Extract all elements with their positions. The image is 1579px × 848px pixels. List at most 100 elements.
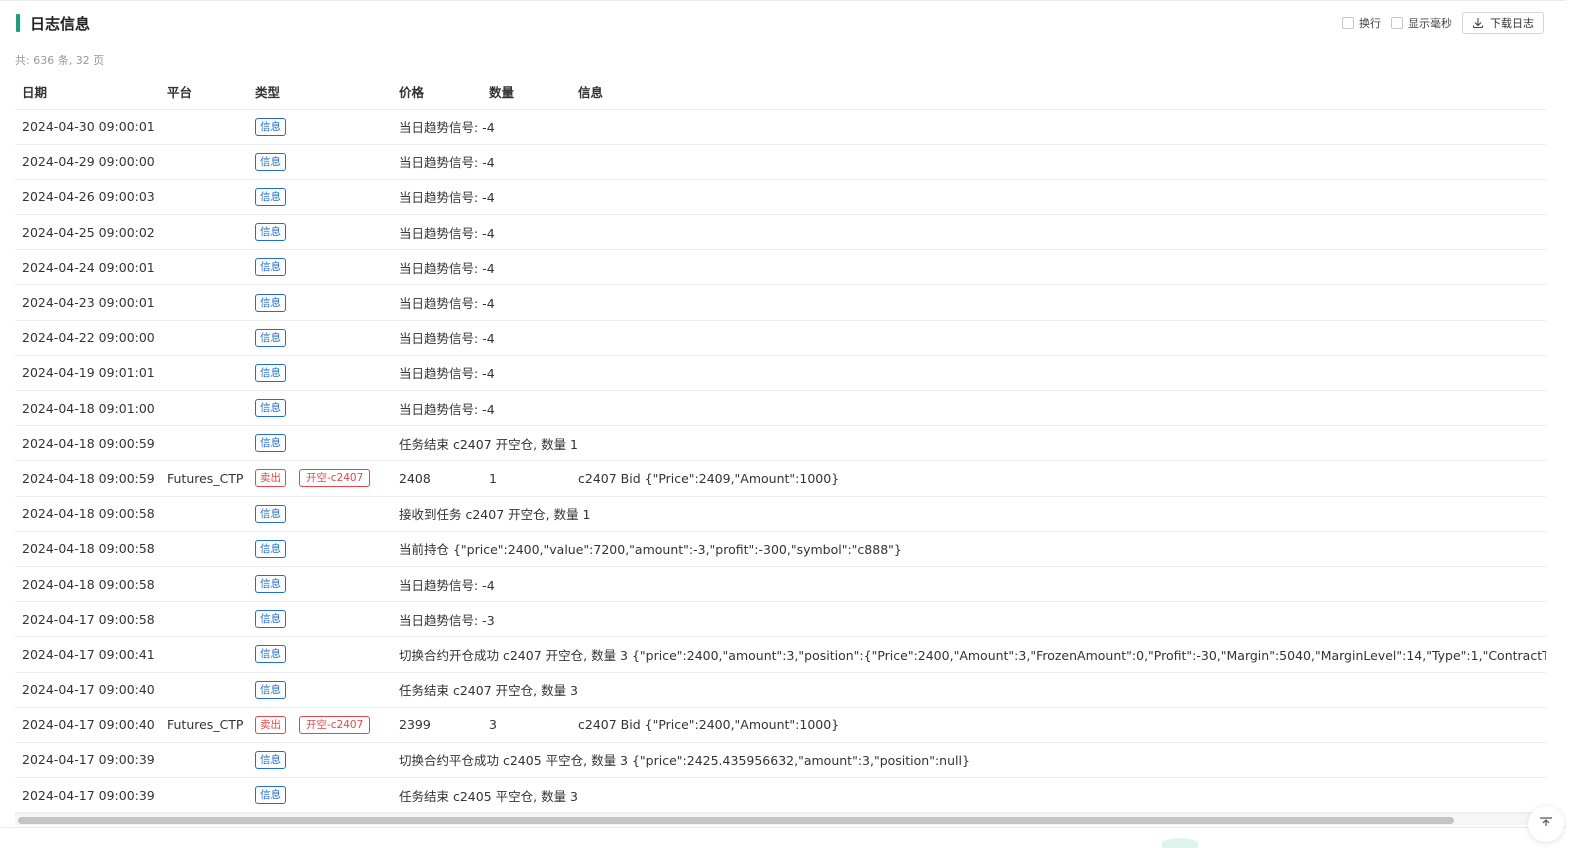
table-row: 2024-04-18 09:00:58 信息 当日趋势信号: -4	[15, 566, 1546, 603]
row-info: 当日趋势信号: -4	[392, 390, 1546, 427]
info-badge: 信息	[255, 645, 286, 664]
row-type: 信息	[248, 496, 392, 532]
row-type: 信息	[248, 672, 392, 708]
row-type: 信息	[248, 320, 392, 356]
row-platform	[160, 214, 248, 251]
row-info: 当日趋势信号: -4	[392, 566, 1546, 603]
wrap-checkbox-box[interactable]	[1342, 17, 1354, 29]
row-platform	[160, 672, 248, 708]
column-header-type: 类型	[248, 75, 392, 110]
row-info: 当日趋势信号: -4	[392, 320, 1546, 356]
row-date: 2024-04-29 09:00:00	[15, 144, 160, 180]
row-info: 当日趋势信号: -4	[392, 249, 1546, 286]
table-row: 2024-04-18 09:00:59 信息 任务结束 c2407 开空仓, 数量 …	[15, 425, 1546, 462]
table-row: 2024-04-18 09:00:59 Futures_CTP 卖出 开空-c2407…	[15, 460, 1546, 497]
row-info: 当日趋势信号: -4	[392, 284, 1546, 321]
row-platform	[160, 777, 248, 813]
table-row: 2024-04-17 09:00:39 信息 任务结束 c2405 平空仓, 数量 …	[15, 777, 1546, 813]
open-short-badge: 开空-c2407	[299, 715, 371, 734]
info-badge: 信息	[255, 575, 286, 594]
log-table-container[interactable]: 日期 平台 类型 价格 数量 信息 2024-04-30 09:00:01 信息当…	[15, 75, 1546, 813]
row-platform	[160, 742, 248, 779]
log-table: 日期 平台 类型 价格 数量 信息 2024-04-30 09:00:01 信息当…	[15, 75, 1546, 813]
row-info: 当日趋势信号: -4	[392, 144, 1546, 180]
column-header-price: 价格	[392, 75, 482, 110]
row-type: 信息	[248, 214, 392, 251]
row-platform	[160, 425, 248, 462]
table-row: 2024-04-17 09:00:40 信息 任务结束 c2407 开空仓, 数量 …	[15, 672, 1546, 708]
table-row: 2024-04-19 09:01:01 信息 当日趋势信号: -4	[15, 355, 1546, 392]
column-header-info: 信息	[571, 75, 1546, 110]
row-type: 信息	[248, 531, 392, 567]
row-info: 当日趋势信号: -4	[392, 179, 1546, 216]
row-info: 任务结束 c2405 平空仓, 数量 3	[392, 777, 1546, 813]
download-log-label[interactable]: 下载日志	[1490, 15, 1534, 31]
wrap-checkbox[interactable]: 换行	[1342, 15, 1381, 31]
sell-badge: 卖出	[255, 715, 286, 734]
row-platform	[160, 144, 248, 180]
row-date: 2024-04-18 09:01:00	[15, 390, 160, 427]
info-badge: 信息	[255, 187, 286, 206]
table-row: 2024-04-26 09:00:03 信息 当日趋势信号: -4	[15, 179, 1546, 216]
row-platform	[160, 636, 248, 673]
info-badge: 信息	[255, 750, 286, 769]
row-platform	[160, 390, 248, 427]
horizontal-scrollbar-thumb[interactable]	[18, 817, 1454, 824]
row-info: 当前持仓 {"price":2400,"value":7200,"amount"…	[392, 531, 1546, 567]
table-row: 2024-04-17 09:00:58 信息 当日趋势信号: -3	[15, 601, 1546, 638]
row-date: 2024-04-17 09:00:40	[15, 707, 160, 743]
row-platform	[160, 496, 248, 532]
row-platform: Futures_CTP	[160, 707, 248, 743]
row-date: 2024-04-18 09:00:59	[15, 425, 160, 462]
table-row: 2024-04-24 09:00:01 信息 当日趋势信号: -4	[15, 249, 1546, 286]
row-type: 信息	[248, 249, 392, 286]
log-table-body: 2024-04-30 09:00:01 信息 当日趋势信号: -4 2024-04-2…	[15, 109, 1546, 813]
row-platform	[160, 566, 248, 603]
download-icon	[1472, 18, 1484, 29]
row-platform	[160, 601, 248, 638]
row-date: 2024-04-19 09:01:01	[15, 355, 160, 392]
show-ms-checkbox[interactable]: 显示毫秒	[1391, 15, 1452, 31]
show-ms-checkbox-box[interactable]	[1391, 17, 1403, 29]
row-type: 信息	[248, 636, 392, 673]
back-to-top-icon	[1540, 817, 1552, 826]
row-date: 2024-04-17 09:00:39	[15, 742, 160, 779]
row-type: 信息	[248, 355, 392, 392]
row-info: 接收到任务 c2407 开空仓, 数量 1	[392, 496, 1546, 532]
info-badge: 信息	[255, 399, 286, 418]
row-info: 当日趋势信号: -3	[392, 601, 1546, 638]
row-type: 信息	[248, 566, 392, 603]
log-controls: 换行 显示毫秒 下载日志	[1342, 12, 1544, 34]
info-badge: 信息	[255, 293, 286, 312]
table-header-row: 日期 平台 类型 价格 数量 信息	[15, 75, 1546, 110]
row-info: 当日趋势信号: -4	[392, 355, 1546, 392]
row-type: 信息	[248, 284, 392, 321]
info-badge: 信息	[255, 504, 286, 523]
table-row: 2024-04-23 09:00:01 信息 当日趋势信号: -4	[15, 284, 1546, 321]
download-log-button[interactable]: 下载日志	[1462, 12, 1544, 34]
row-type: 卖出 开空-c2407	[248, 460, 392, 497]
row-platform	[160, 355, 248, 392]
panel-header: 日志信息	[16, 13, 90, 33]
wrap-checkbox-label[interactable]: 换行	[1359, 15, 1381, 31]
row-type: 信息	[248, 144, 392, 180]
table-row: 2024-04-18 09:01:00 信息 当日趋势信号: -4	[15, 390, 1546, 427]
info-badge: 信息	[255, 258, 286, 277]
row-type: 信息	[248, 109, 392, 145]
back-to-top-button[interactable]	[1528, 806, 1564, 842]
column-header-quantity: 数量	[482, 75, 571, 110]
row-date: 2024-04-24 09:00:01	[15, 249, 160, 286]
horizontal-scrollbar[interactable]	[15, 813, 1546, 825]
row-type: 信息	[248, 179, 392, 216]
row-type: 信息	[248, 601, 392, 638]
info-badge: 信息	[255, 539, 286, 558]
show-ms-checkbox-label[interactable]: 显示毫秒	[1408, 15, 1452, 31]
row-info: 切换合约平仓成功 c2405 平空仓, 数量 3 {"price":2425.4…	[392, 742, 1546, 779]
row-quantity: 3	[482, 707, 571, 743]
table-row: 2024-04-29 09:00:00 信息 当日趋势信号: -4	[15, 144, 1546, 180]
row-date: 2024-04-23 09:00:01	[15, 284, 160, 321]
table-row: 2024-04-22 09:00:00 信息 当日趋势信号: -4	[15, 320, 1546, 356]
row-message: c2407 Bid {"Price":2400,"Amount":1000}	[571, 707, 1546, 743]
row-date: 2024-04-26 09:00:03	[15, 179, 160, 216]
row-date: 2024-04-18 09:00:58	[15, 566, 160, 603]
